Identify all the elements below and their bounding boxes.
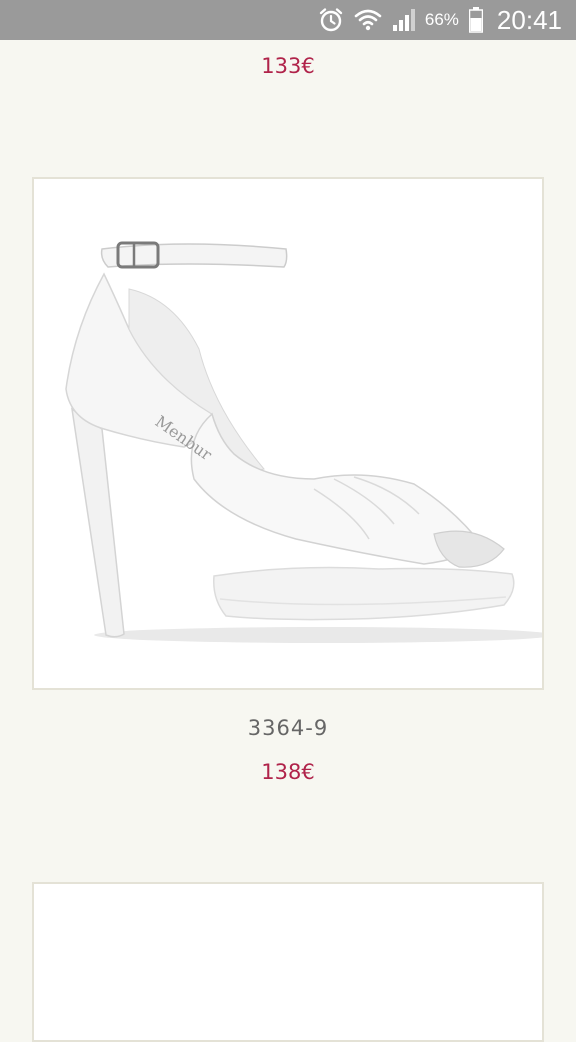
battery-percent: 66% xyxy=(424,10,459,29)
alarm-icon xyxy=(317,6,345,34)
wifi-icon xyxy=(353,5,383,35)
product-image[interactable]: Menbur xyxy=(34,179,554,688)
product-image-card[interactable] xyxy=(32,882,544,1042)
clock: 20:41 xyxy=(496,4,562,35)
product-price: 138€ xyxy=(261,760,315,784)
product-image-card[interactable]: Menbur xyxy=(32,177,554,690)
product-code[interactable]: 3364-9 xyxy=(0,716,576,740)
battery-icon xyxy=(468,7,483,33)
status-bar: 66% 20:41 xyxy=(0,0,576,40)
signal-icon xyxy=(391,7,417,33)
product-price: 133€ xyxy=(261,54,315,78)
status-icons: 66% 20:41 xyxy=(317,0,562,40)
